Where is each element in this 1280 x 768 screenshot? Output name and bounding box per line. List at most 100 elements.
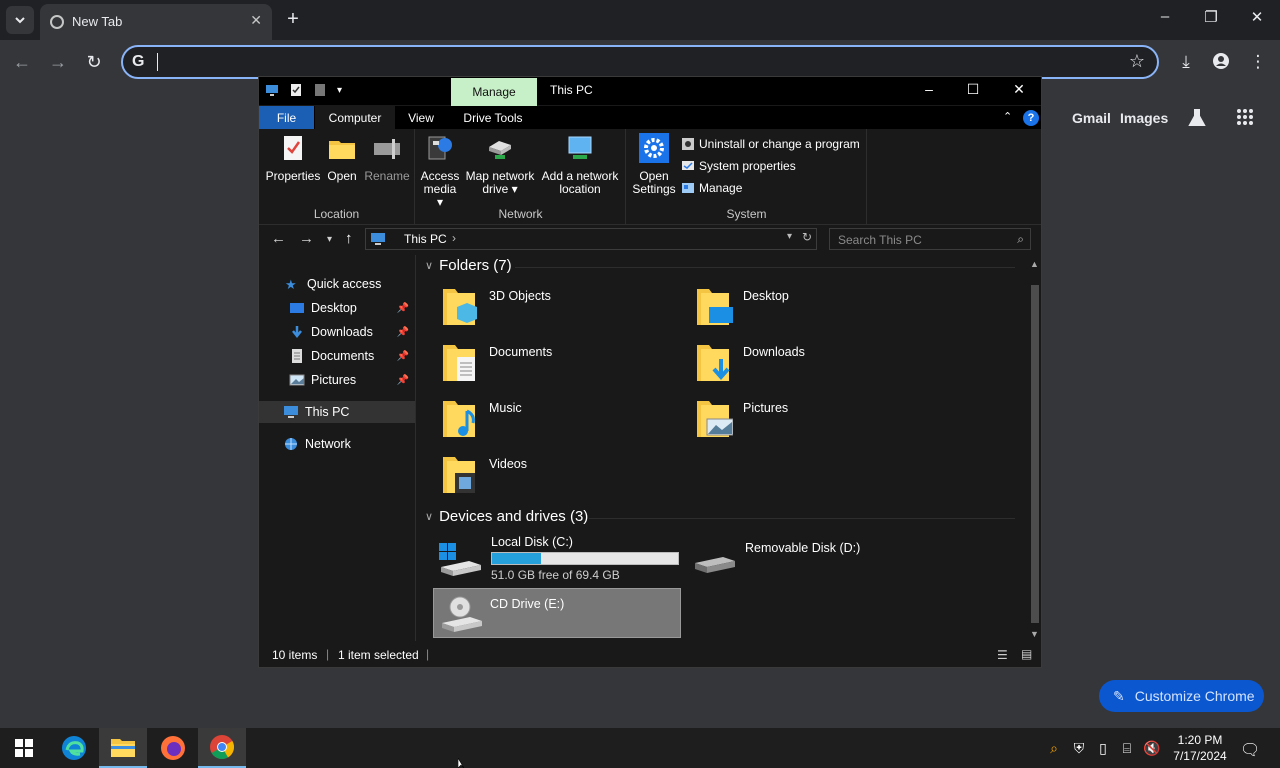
access-media-button[interactable]: Access media ▾ [420,133,460,209]
back-button[interactable]: ← [12,52,32,73]
folder-music[interactable]: Music [417,395,657,445]
folder-videos[interactable]: Videos [417,451,657,501]
new-folder-icon[interactable] [313,83,327,97]
add-network-location-button[interactable]: Add a network location [538,133,622,196]
star-icon: ★ [285,277,297,292]
download-icon[interactable]: ⤓ [1175,52,1197,72]
computer-icon[interactable] [265,83,279,97]
drive-removable-d[interactable]: Removable Disk (D:) [689,533,937,583]
3d-objects-folder-icon [443,289,477,325]
explorer-taskbar-button[interactable] [99,728,147,768]
address-bar[interactable]: This PC › ▾ ↻ [365,228,817,250]
large-icons-view-icon[interactable]: ▤ [1021,647,1032,661]
folder-pictures[interactable]: Pictures [671,395,911,445]
ribbon: Properties Open Rename Location Access m… [259,129,1041,225]
scrollbar-thumb[interactable] [1031,285,1039,623]
folders-section-header[interactable]: ∨ Folders (7) [425,257,512,274]
bookmark-star-icon[interactable]: ☆ [1129,51,1145,72]
up-button[interactable]: ↑ [345,230,353,247]
firefox-icon [161,736,185,760]
explorer-minimize-button[interactable]: – [919,81,939,97]
browser-tab[interactable]: New Tab ✕ [40,4,272,40]
tab-drive-tools[interactable]: Drive Tools [457,106,529,129]
properties-button[interactable]: Properties [265,133,321,183]
drive-local-disk-c[interactable]: Local Disk (C:) 51.0 GB free of 69.4 GB [435,533,683,583]
vertical-scrollbar[interactable]: ▲ ▼ [1029,257,1041,641]
refresh-icon[interactable]: ↻ [802,230,812,244]
start-button[interactable] [0,728,48,768]
nav-pictures[interactable]: Pictures 📌 [259,369,415,391]
system-clock[interactable]: 1:20 PM 7/17/2024 [1168,732,1232,764]
nav-downloads[interactable]: Downloads 📌 [259,321,415,343]
scroll-down-icon[interactable]: ▼ [1030,629,1039,639]
details-view-icon[interactable]: ☰ [997,648,1008,662]
nav-network[interactable]: Network [259,433,415,455]
apps-grid-icon[interactable] [1236,108,1254,129]
qat-dropdown-icon[interactable]: ▾ [337,85,342,96]
firefox-taskbar-button[interactable] [149,728,197,768]
edge-taskbar-button[interactable] [50,728,98,768]
omnibox[interactable]: G ☆ [121,45,1159,79]
tab-close-icon[interactable]: ✕ [250,12,262,29]
open-settings-button[interactable]: Open Settings [631,133,677,196]
properties-check-icon[interactable] [289,83,303,97]
gmail-link[interactable]: Gmail [1072,110,1111,126]
search-field[interactable]: Search This PC ⌕ [829,228,1031,250]
explorer-forward-button[interactable]: → [299,230,314,247]
explorer-back-button[interactable]: ← [271,230,286,247]
address-dropdown-icon[interactable]: ▾ [787,231,792,242]
windows-drive-icon [439,543,481,576]
restore-button[interactable]: ❐ [1201,8,1221,26]
ribbon-collapse-icon[interactable]: ⌃ [1003,110,1012,123]
open-button[interactable]: Open [323,133,361,183]
security-shield-icon[interactable]: ⛨ [1071,740,1087,757]
chrome-taskbar-button[interactable] [198,728,246,768]
labs-icon[interactable] [1187,108,1207,131]
battery-icon[interactable]: ▯ [1095,740,1111,757]
open-folder-icon [329,141,355,159]
menu-kebab-icon[interactable]: ⋮ [1247,52,1269,72]
tab-file[interactable]: File [259,106,314,129]
nav-this-pc[interactable]: This PC [259,401,415,423]
tab-view[interactable]: View [399,106,443,129]
drive-cd-e[interactable]: CD Drive (E:) [433,588,681,638]
uninstall-program-button[interactable]: Uninstall or change a program [681,137,860,151]
new-tab-button[interactable]: + [283,8,303,31]
tab-computer[interactable]: Computer [315,106,395,129]
folder-3d-objects[interactable]: 3D Objects [417,283,657,333]
notification-icon[interactable]: 🗨 [1240,740,1260,760]
explorer-maximize-button[interactable]: ☐ [963,81,983,98]
network-icon[interactable]: ⌸ [1119,740,1135,757]
images-link[interactable]: Images [1120,110,1168,126]
downloads-folder-icon [697,345,730,381]
volume-muted-icon[interactable]: 🔇 [1143,740,1160,757]
recent-locations-icon[interactable]: ▾ [327,234,332,245]
location-group-label: Location [313,207,360,221]
nav-documents-label: Documents [311,349,375,363]
help-icon[interactable]: ? [1023,110,1039,126]
reload-button[interactable]: ↻ [84,52,104,73]
forward-button[interactable]: → [48,52,68,73]
tab-search-button[interactable] [6,6,34,34]
nav-documents[interactable]: Documents 📌 [259,345,415,367]
manage-button[interactable]: Manage [681,181,742,195]
scroll-up-icon[interactable]: ▲ [1030,259,1039,269]
drives-section-header[interactable]: ∨ Devices and drives (3) [425,508,588,525]
search-magnifier-icon[interactable]: ⌕ [1046,740,1062,757]
nav-quick-access[interactable]: ★ Quick access [259,273,415,295]
profile-icon[interactable] [1210,52,1232,75]
map-network-drive-button[interactable]: Map network drive ▾ [464,133,536,196]
manage-tab[interactable]: Manage [451,78,537,106]
folder-desktop[interactable]: Desktop [671,283,911,333]
folder-downloads[interactable]: Downloads [671,339,911,389]
system-properties-button[interactable]: System properties [681,159,796,173]
close-window-button[interactable]: ✕ [1247,8,1267,26]
explorer-close-button[interactable]: ✕ [1009,81,1029,98]
rename-button[interactable]: Rename [363,133,411,183]
nav-desktop[interactable]: Desktop 📌 [259,297,415,319]
minimize-button[interactable]: – [1155,8,1175,25]
customize-chrome-button[interactable]: ✎ Customize Chrome [1099,680,1264,712]
rename-icon [374,139,400,159]
google-icon: G [132,53,145,70]
folder-documents[interactable]: Documents [417,339,657,389]
